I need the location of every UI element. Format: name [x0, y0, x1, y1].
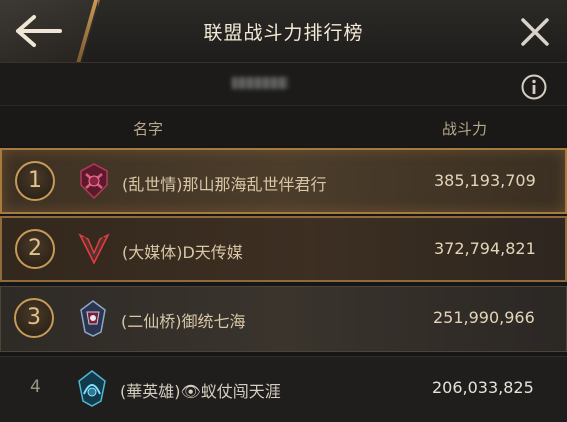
power-value: 372,794,821: [434, 239, 536, 258]
alliance-emblem-icon: [78, 233, 110, 265]
column-power-label: 战斗力: [442, 120, 488, 138]
rank-badge: 1: [15, 161, 55, 201]
ranking-row-1[interactable]: 1 (乱世情)那山那海乱世伴君行 385,193,709: [0, 148, 567, 214]
alliance-name: (乱世情)那山那海乱世伴君行: [122, 175, 327, 194]
rank-number: 4: [30, 377, 41, 397]
alliance-name: (二仙桥)御统七海: [121, 312, 246, 331]
alliance-emblem-icon: [78, 370, 106, 407]
ranking-row-2[interactable]: 2 (大媒体)D天传媒 372,794,821: [0, 216, 567, 282]
alliance-name: (大媒体)D天传媒: [122, 243, 243, 262]
info-icon[interactable]: [521, 74, 547, 100]
header-bar: 联盟战斗力排行榜: [0, 0, 567, 63]
alliance-emblem-icon: [80, 300, 106, 337]
page-title: 联盟战斗力排行榜: [203, 22, 364, 44]
ranking-row-4[interactable]: 4 (華英雄)👁蚁仗闯天涯 206,033,825: [0, 356, 567, 422]
rank-badge: 2: [15, 229, 55, 269]
power-value: 251,990,966: [433, 308, 535, 327]
column-header: 名字 战斗力: [0, 106, 567, 146]
ranking-row-3[interactable]: 3 (二仙桥)御统七海 251,990,966: [0, 286, 567, 352]
alliance-name: (華英雄)👁蚁仗闯天涯: [120, 382, 281, 401]
power-value: 385,193,709: [434, 171, 536, 190]
alliance-emblem-icon: [80, 163, 108, 200]
alliance-info-bar: [0, 63, 567, 106]
column-name-label: 名字: [133, 120, 164, 138]
power-value: 206,033,825: [432, 378, 534, 397]
blurred-label: [232, 77, 288, 89]
rank-badge: 3: [14, 298, 54, 338]
close-icon[interactable]: [519, 16, 551, 48]
